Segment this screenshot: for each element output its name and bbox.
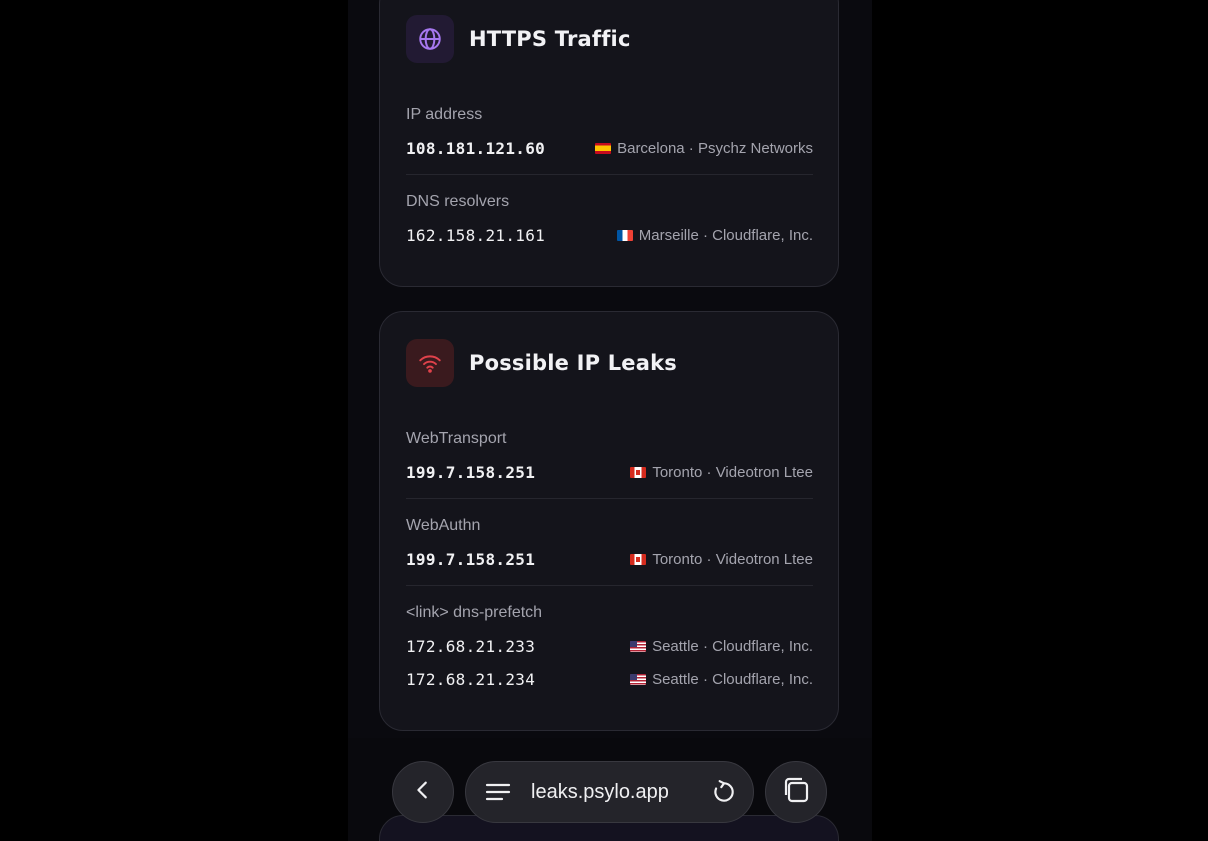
- location: Barcelona · Psychz Networks: [595, 140, 813, 157]
- globe-icon: [406, 15, 454, 63]
- location-text: Barcelona · Psychz Networks: [617, 139, 813, 157]
- ip-value: 199.7.158.251: [406, 549, 536, 569]
- wifi-icon: [406, 339, 454, 387]
- webauthn-row: WebAuthn 199.7.158.251 Toronto · Videotr…: [406, 515, 813, 570]
- ip-value: 172.68.21.233: [406, 636, 536, 656]
- card-title: HTTPS Traffic: [469, 27, 631, 51]
- row-label: IP address: [406, 106, 483, 123]
- row-label: WebTransport: [406, 430, 507, 447]
- location-text: Toronto · Videotron Ltee: [652, 463, 813, 481]
- location: Seattle · Cloudflare, Inc.: [630, 638, 813, 655]
- ip-entry: 108.181.121.60 Barcelona · Psychz Networ…: [406, 137, 813, 159]
- row-label: <link> dns-prefetch: [406, 604, 543, 621]
- location-text: Seattle · Cloudflare, Inc.: [652, 670, 813, 688]
- ip-entry: 199.7.158.251 Toronto · Videotron Ltee: [406, 461, 813, 483]
- row-label: DNS resolvers: [406, 193, 510, 210]
- location-text: Marseille · Cloudflare, Inc.: [638, 226, 813, 244]
- ip-value: 199.7.158.251: [406, 462, 536, 482]
- dns-resolvers-row: DNS resolvers 162.158.21.161 Marseille ·…: [406, 191, 813, 246]
- location-text: Seattle · Cloudflare, Inc.: [652, 637, 813, 655]
- ip-value: 162.158.21.161: [406, 225, 546, 245]
- usa-flag-icon: [630, 673, 647, 685]
- canada-flag-icon: [630, 553, 647, 565]
- dns-prefetch-row: <link> dns-prefetch 172.68.21.233 Seattl…: [406, 602, 813, 690]
- divider: [406, 174, 813, 175]
- divider: [406, 585, 813, 586]
- france-flag-icon: [616, 229, 633, 241]
- location: Seattle · Cloudflare, Inc.: [630, 671, 813, 688]
- divider: [406, 498, 813, 499]
- card-header: Possible IP Leaks: [406, 339, 677, 387]
- location: Toronto · Videotron Ltee: [630, 464, 813, 481]
- row-label: WebAuthn: [406, 517, 481, 534]
- browser-viewport: HTTPS Traffic IP address 108.181.121.60 …: [348, 0, 872, 841]
- card-title: Possible IP Leaks: [469, 351, 677, 375]
- spain-flag-icon: [595, 142, 612, 154]
- usa-flag-icon: [630, 640, 647, 652]
- url-text[interactable]: leaks.psylo.app: [531, 781, 711, 804]
- canada-flag-icon: [630, 466, 647, 478]
- location-text: Toronto · Videotron Ltee: [652, 550, 813, 568]
- webtransport-row: WebTransport 199.7.158.251 Toronto · Vid…: [406, 428, 813, 483]
- tabs-icon: [781, 775, 811, 810]
- ip-address-row: IP address 108.181.121.60 Barcelona · Ps…: [406, 104, 813, 159]
- card-header: HTTPS Traffic: [406, 15, 631, 63]
- ip-leaks-card: Possible IP Leaks WebTransport 199.7.158…: [379, 311, 839, 731]
- location: Toronto · Videotron Ltee: [630, 551, 813, 568]
- ip-value: 172.68.21.234: [406, 669, 536, 689]
- tabs-button[interactable]: [765, 761, 827, 823]
- ip-entry: 172.68.21.234 Seattle · Cloudflare, Inc.: [406, 668, 813, 690]
- ip-entry: 199.7.158.251 Toronto · Videotron Ltee: [406, 548, 813, 570]
- menu-icon[interactable]: [485, 781, 511, 803]
- https-traffic-card: HTTPS Traffic IP address 108.181.121.60 …: [379, 0, 839, 287]
- chevron-left-icon: [412, 779, 434, 806]
- reload-icon[interactable]: [711, 779, 737, 805]
- ip-value: 108.181.121.60: [406, 138, 546, 158]
- ip-entry: 172.68.21.233 Seattle · Cloudflare, Inc.: [406, 635, 813, 657]
- back-button[interactable]: [392, 761, 454, 823]
- ip-entry: 162.158.21.161 Marseille · Cloudflare, I…: [406, 224, 813, 246]
- address-bar[interactable]: leaks.psylo.app: [465, 761, 754, 823]
- location: Marseille · Cloudflare, Inc.: [616, 226, 813, 244]
